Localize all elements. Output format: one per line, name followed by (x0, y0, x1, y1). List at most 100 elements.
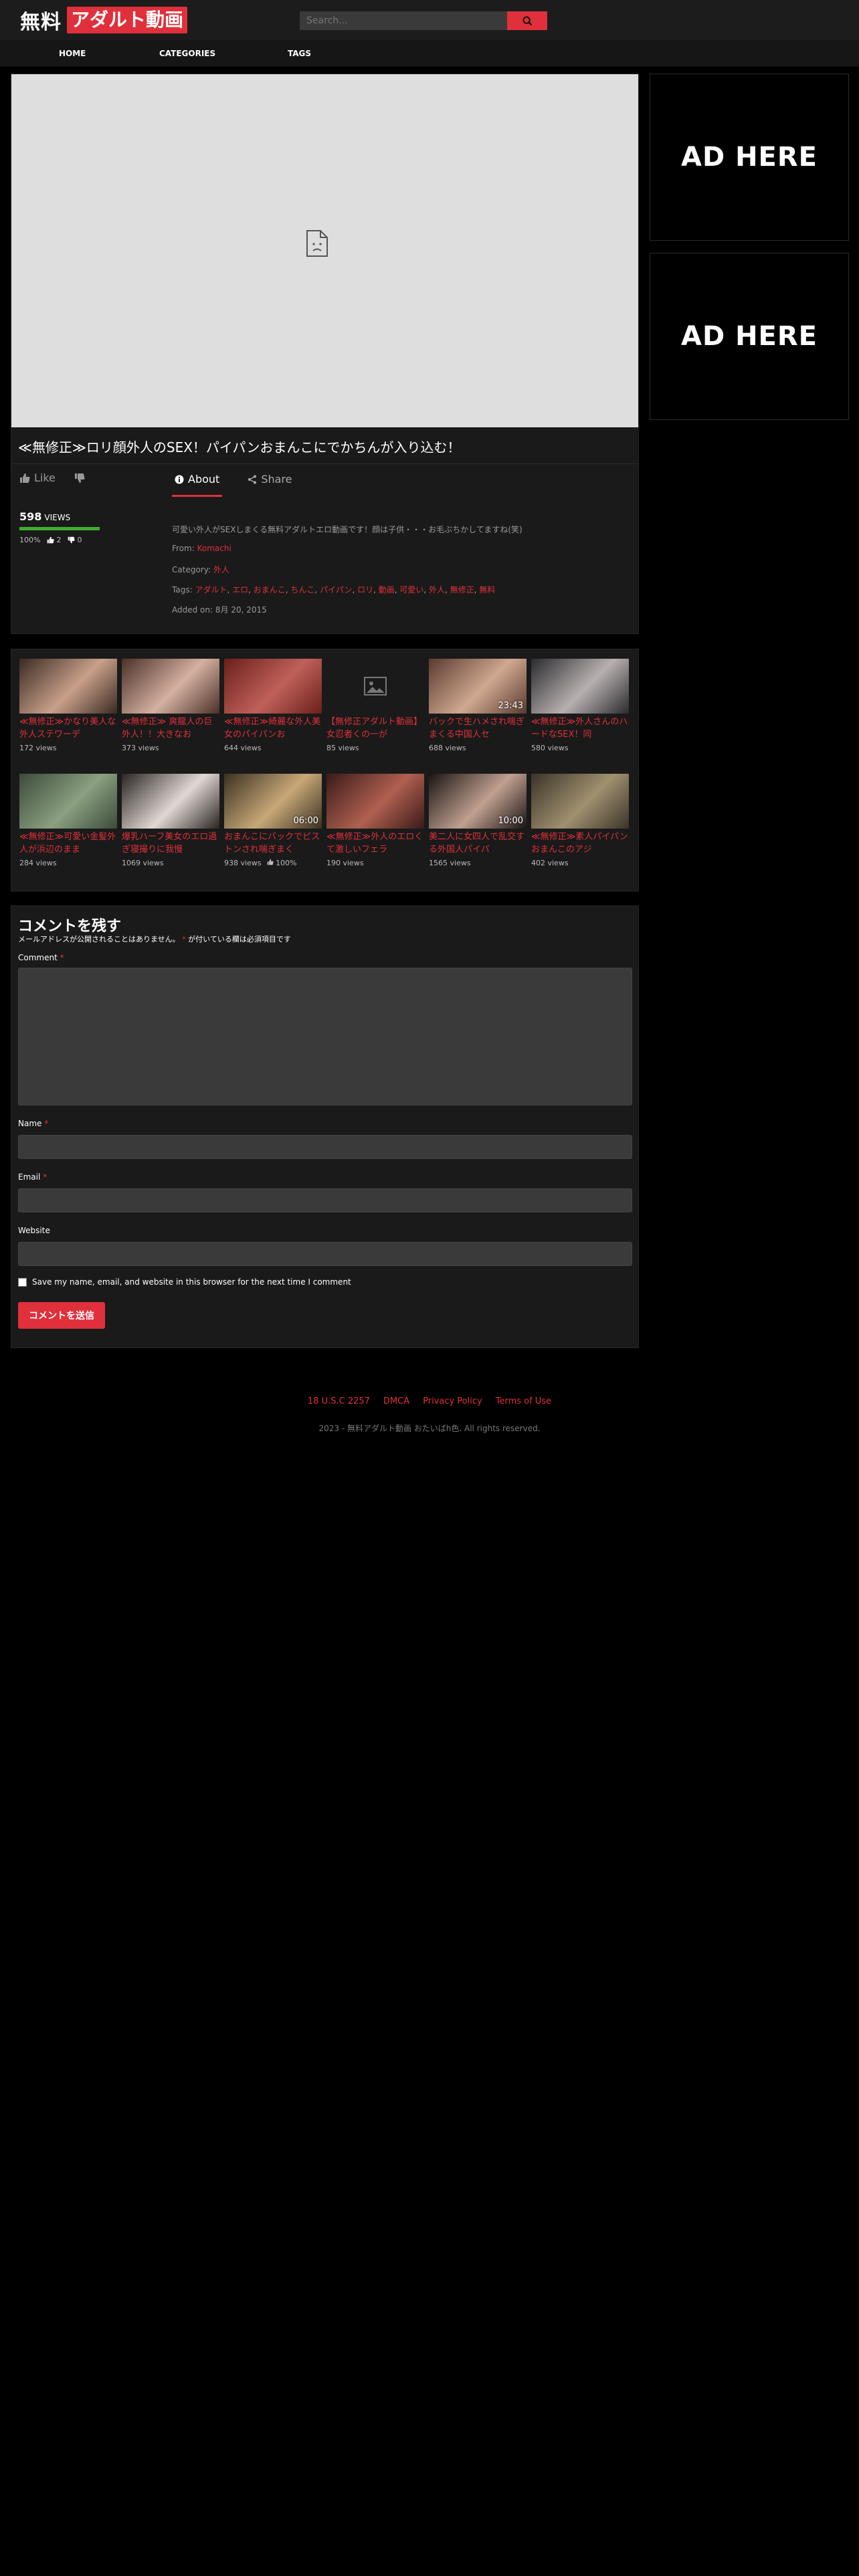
tag-link[interactable]: パイパン (320, 585, 352, 595)
footer-link-privacy[interactable]: Privacy Policy (423, 1396, 482, 1406)
website-field[interactable] (18, 1242, 632, 1266)
video-thumbnail[interactable]: 06:00 (224, 774, 322, 829)
video-views: 1069 views (122, 859, 164, 867)
name-label: Name * (18, 1119, 48, 1128)
video-thumbnail[interactable] (326, 774, 424, 829)
tag-link[interactable]: アダルト (195, 585, 227, 595)
video-card[interactable]: ≪無修正≫ 爽龍人の巨外人！！大きなお 373 views (122, 659, 219, 752)
footer-link-terms[interactable]: Terms of Use (496, 1396, 551, 1406)
video-thumbnail[interactable]: 10:00 (429, 774, 527, 829)
video-rating: 100% (267, 859, 297, 867)
email-field[interactable] (18, 1188, 632, 1212)
like-button[interactable]: Like (19, 471, 56, 484)
video-player[interactable] (11, 74, 638, 427)
footer-link-2257[interactable]: 18 U.S.C 2257 (308, 1396, 370, 1406)
views-label: VIEWS (44, 513, 71, 522)
dislike-button[interactable] (74, 473, 85, 484)
tag-link[interactable]: 外人 (429, 585, 445, 595)
video-card-title[interactable]: バックで生ハメされ喘ぎまくる中国人セ (429, 716, 527, 741)
footer-link-dmca[interactable]: DMCA (383, 1396, 409, 1406)
video-card-title[interactable]: おまんこにバックでピストンされ喘ぎまく (224, 831, 322, 856)
video-card[interactable]: ≪無修正≫綺麗な外人美女のパイパンお 644 views (224, 659, 322, 752)
video-title: ≪無修正≫ロリ顔外人のSEX！パイパンおまんこにでかちんが入り込む！ (18, 439, 461, 455)
video-thumbnail[interactable] (122, 774, 219, 829)
video-card-meta: 1069 views (122, 859, 219, 867)
video-card-meta: 85 views (326, 744, 424, 752)
logo-primary-text: 無料 (20, 11, 62, 34)
video-duration: 06:00 (293, 816, 318, 826)
save-info-label: Save my name, email, and website in this… (32, 1277, 351, 1287)
video-tags: Tags: アダルト, エロ, おまんこ, ちんこ, パイパン, ロリ, 動画,… (172, 584, 495, 595)
video-card[interactable]: ≪無修正≫外人さんのハードなSEX！同 580 views (531, 659, 629, 752)
tag-link[interactable]: 可愛い (399, 585, 423, 595)
video-card[interactable]: 爆乳ハーフ美女のエロ過ぎ寝撮りに我慢 1069 views (122, 774, 219, 867)
video-thumbnail[interactable] (19, 659, 117, 714)
video-card-title[interactable]: 美二人に女四人で乱交する外国人パイパ (429, 831, 527, 856)
video-card-title[interactable]: ≪無修正≫ 爽龍人の巨外人！！大きなお (122, 716, 219, 741)
video-card-title[interactable]: ≪無修正≫外人さんのハードなSEX！同 (531, 716, 629, 741)
tag-link[interactable]: 動画 (379, 585, 395, 595)
video-card-meta: 402 views (531, 859, 629, 867)
ad-banner[interactable]: AD HERE (650, 74, 849, 241)
video-card-title[interactable]: 爆乳ハーフ美女のエロ過ぎ寝撮りに我慢 (122, 831, 219, 856)
category-link[interactable]: 外人 (213, 565, 229, 574)
video-thumbnail[interactable] (122, 659, 219, 714)
video-card-title[interactable]: ≪無修正≫素人パイパンおまんこのアジ (531, 831, 629, 856)
video-thumbnail[interactable] (19, 774, 117, 829)
from-link[interactable]: Komachi (197, 544, 231, 553)
tag-link[interactable]: ロリ (357, 585, 373, 595)
tag-separator: , (248, 585, 254, 595)
from-label: From: (172, 544, 195, 553)
search-button[interactable] (507, 11, 547, 30)
video-card-title[interactable]: ≪無修正≫かなり美人な外人ステワーデ (19, 716, 117, 741)
video-card-title[interactable]: ≪無修正≫外人のエロくて激しいフェラ (326, 831, 424, 856)
video-card[interactable]: ≪無修正≫素人パイパンおまんこのアジ 402 views (531, 774, 629, 867)
ad-banner[interactable]: AD HERE (650, 253, 849, 420)
tag-link[interactable]: 無料 (479, 585, 495, 595)
video-duration: 10:00 (498, 816, 523, 826)
video-card[interactable]: ≪無修正≫かなり美人な外人ステワーデ 172 views (19, 659, 117, 752)
nav-categories[interactable]: CATEGORIES (159, 40, 215, 67)
video-views: 580 views (531, 744, 569, 752)
video-thumbnail[interactable] (224, 659, 322, 714)
video-thumbnail[interactable] (531, 774, 629, 829)
video-card[interactable]: 06:00 おまんこにバックでピストンされ喘ぎまく 938 views 100% (224, 774, 322, 867)
video-card[interactable]: 23:43 バックで生ハメされ喘ぎまくる中国人セ 688 views (429, 659, 527, 752)
comment-textarea[interactable] (18, 968, 632, 1105)
nav-tags[interactable]: TAGS (288, 40, 311, 67)
video-card-title[interactable]: 【無修正アダルト動画】 女忍者くの一が (326, 716, 424, 741)
video-stats: 598 VIEWS 100% 2 0 (19, 510, 113, 544)
video-views: 688 views (429, 744, 466, 752)
video-thumbnail[interactable] (326, 659, 424, 714)
video-card[interactable]: 10:00 美二人に女四人で乱交する外国人パイパ 1565 views (429, 774, 527, 867)
video-card[interactable]: ≪無修正≫外人のエロくて激しいフェラ 190 views (326, 774, 424, 867)
save-info-checkbox[interactable] (18, 1277, 27, 1287)
email-label-text: Email (18, 1172, 41, 1182)
video-rating-value: 100% (276, 859, 297, 867)
tag-link[interactable]: エロ (232, 585, 248, 595)
required-mark: * (44, 1119, 49, 1128)
divider (11, 463, 638, 464)
comment-form-title: コメントを残す (18, 918, 122, 935)
submit-comment-button[interactable]: コメントを送信 (18, 1302, 105, 1329)
nav-home[interactable]: HOME (59, 40, 86, 67)
video-thumbnail[interactable]: 23:43 (429, 659, 527, 714)
video-card-title[interactable]: ≪無修正≫綺麗な外人美女のパイパンお (224, 716, 322, 741)
tab-share[interactable]: Share (245, 471, 294, 497)
tag-link[interactable]: おまんこ (254, 585, 286, 595)
site-logo[interactable]: 無料 アダルト動画 (20, 7, 188, 34)
video-thumbnail[interactable] (531, 659, 629, 714)
search-input[interactable] (300, 11, 507, 30)
category-label: Category: (172, 565, 211, 574)
video-card[interactable]: 【無修正アダルト動画】 女忍者くの一が 85 views (326, 659, 424, 752)
required-mark: * (182, 935, 186, 944)
video-card-meta: 1565 views (429, 859, 527, 867)
tag-link[interactable]: ちんこ (290, 585, 314, 595)
video-card-meta: 284 views (19, 859, 117, 867)
thumbs-up-icon (47, 536, 55, 544)
video-card-title[interactable]: ≪無修正≫可愛い金髪外人が浜辺のまま (19, 831, 117, 856)
tag-link[interactable]: 無修正 (450, 585, 474, 595)
video-card[interactable]: ≪無修正≫可愛い金髪外人が浜辺のまま 284 views (19, 774, 117, 867)
name-field[interactable] (18, 1135, 632, 1159)
tab-about[interactable]: About (172, 471, 223, 497)
